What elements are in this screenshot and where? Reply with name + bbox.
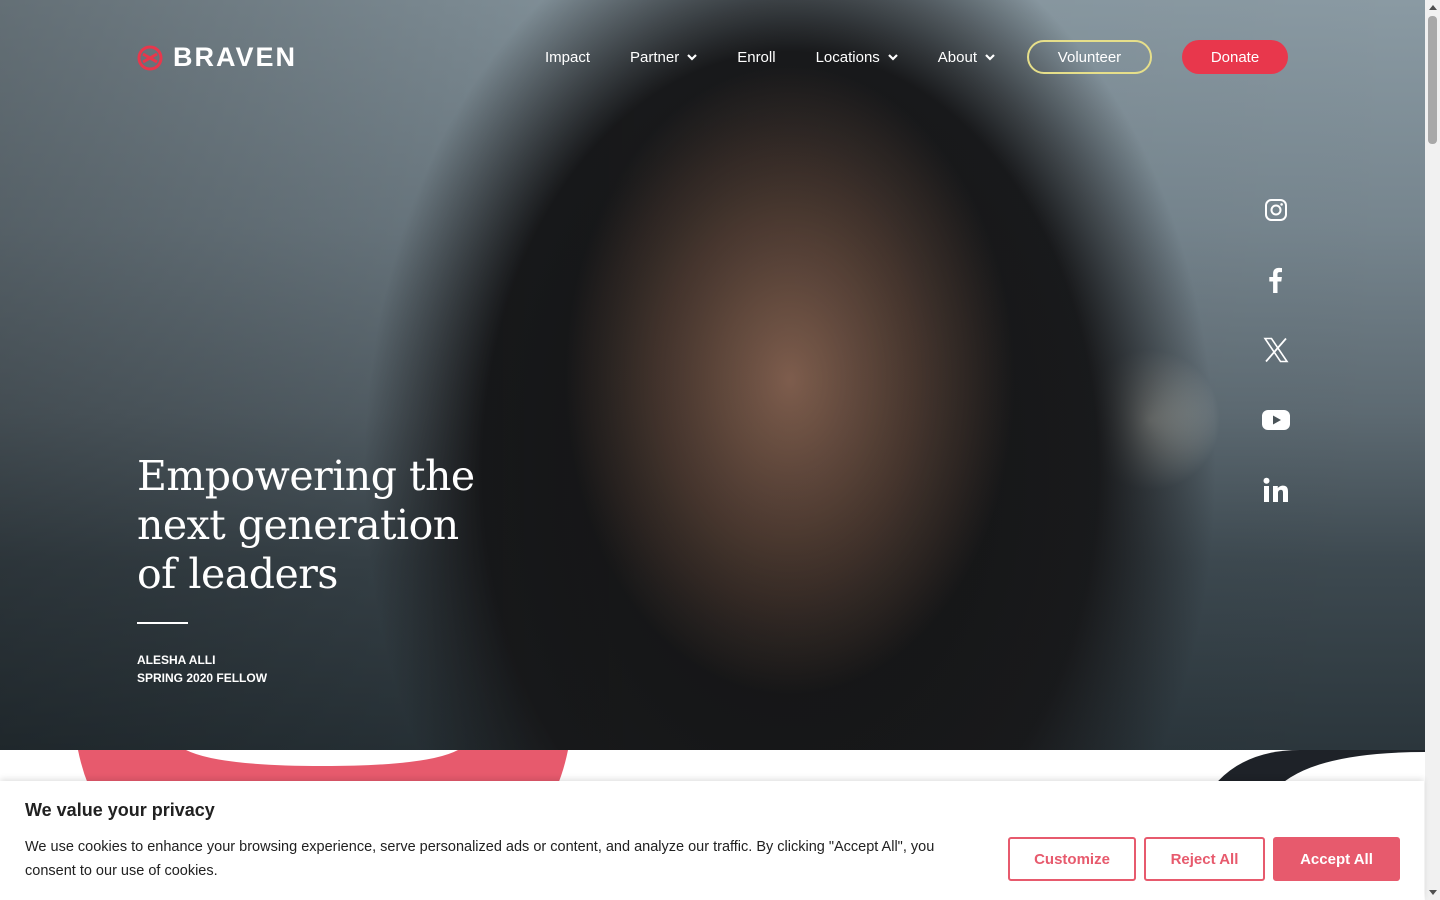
facebook-icon[interactable] [1262, 266, 1290, 294]
scroll-down-arrow-icon[interactable] [1425, 886, 1440, 900]
cookie-description: We use cookies to enhance your browsing … [25, 839, 935, 879]
hero-headline: Empowering the next generation of leader… [137, 452, 475, 598]
hero-section: BRAVEN Impact Partner Enroll Locations A… [0, 0, 1425, 750]
nav-item-label: About [937, 48, 977, 66]
nav-item-about[interactable]: About [938, 49, 995, 66]
chevron-down-icon [888, 54, 898, 61]
scrollbar-thumb[interactable] [1428, 16, 1437, 144]
nav-item-label: Impact [545, 48, 591, 66]
donate-button[interactable]: Donate [1182, 40, 1288, 74]
linkedin-icon[interactable] [1262, 476, 1290, 504]
nav-item-label: Enroll [737, 48, 776, 66]
accept-all-button[interactable]: Accept All [1273, 837, 1400, 881]
nav-item-label: Partner [630, 48, 680, 66]
x-icon[interactable] [1262, 336, 1290, 364]
main-nav: Impact Partner Enroll Locations About [545, 40, 1035, 74]
braven-logo-icon [137, 45, 163, 70]
brand-name: BRAVEN [173, 42, 298, 72]
chevron-down-icon [985, 54, 995, 61]
instagram-icon[interactable] [1262, 196, 1290, 224]
photo-credit: ALESHA ALLI SPRING 2020 FELLOW [137, 651, 267, 687]
hero-overlay [0, 0, 1425, 750]
volunteer-button[interactable]: Volunteer [1027, 40, 1152, 74]
nav-item-locations[interactable]: Locations [816, 49, 898, 66]
cookie-consent-banner: We value your privacy We use cookies to … [0, 781, 1424, 900]
credit-name: ALESHA ALLI [137, 653, 216, 667]
braven-logo[interactable]: BRAVEN [137, 42, 297, 73]
page-scrollbar[interactable] [1425, 0, 1440, 900]
reject-all-button[interactable]: Reject All [1144, 837, 1265, 881]
customize-button[interactable]: Customize [1008, 837, 1136, 881]
nav-item-enroll[interactable]: Enroll [737, 49, 775, 66]
youtube-icon[interactable] [1262, 406, 1290, 434]
nav-item-partner[interactable]: Partner [630, 49, 697, 66]
nav-item-label: Locations [815, 48, 880, 66]
chevron-down-icon [687, 54, 697, 61]
nav-item-impact[interactable]: Impact [545, 49, 590, 66]
credit-role: SPRING 2020 FELLOW [137, 671, 268, 685]
cookie-title: We value your privacy [25, 800, 215, 820]
scroll-up-arrow-icon[interactable] [1425, 0, 1440, 14]
headline-divider [137, 622, 188, 624]
